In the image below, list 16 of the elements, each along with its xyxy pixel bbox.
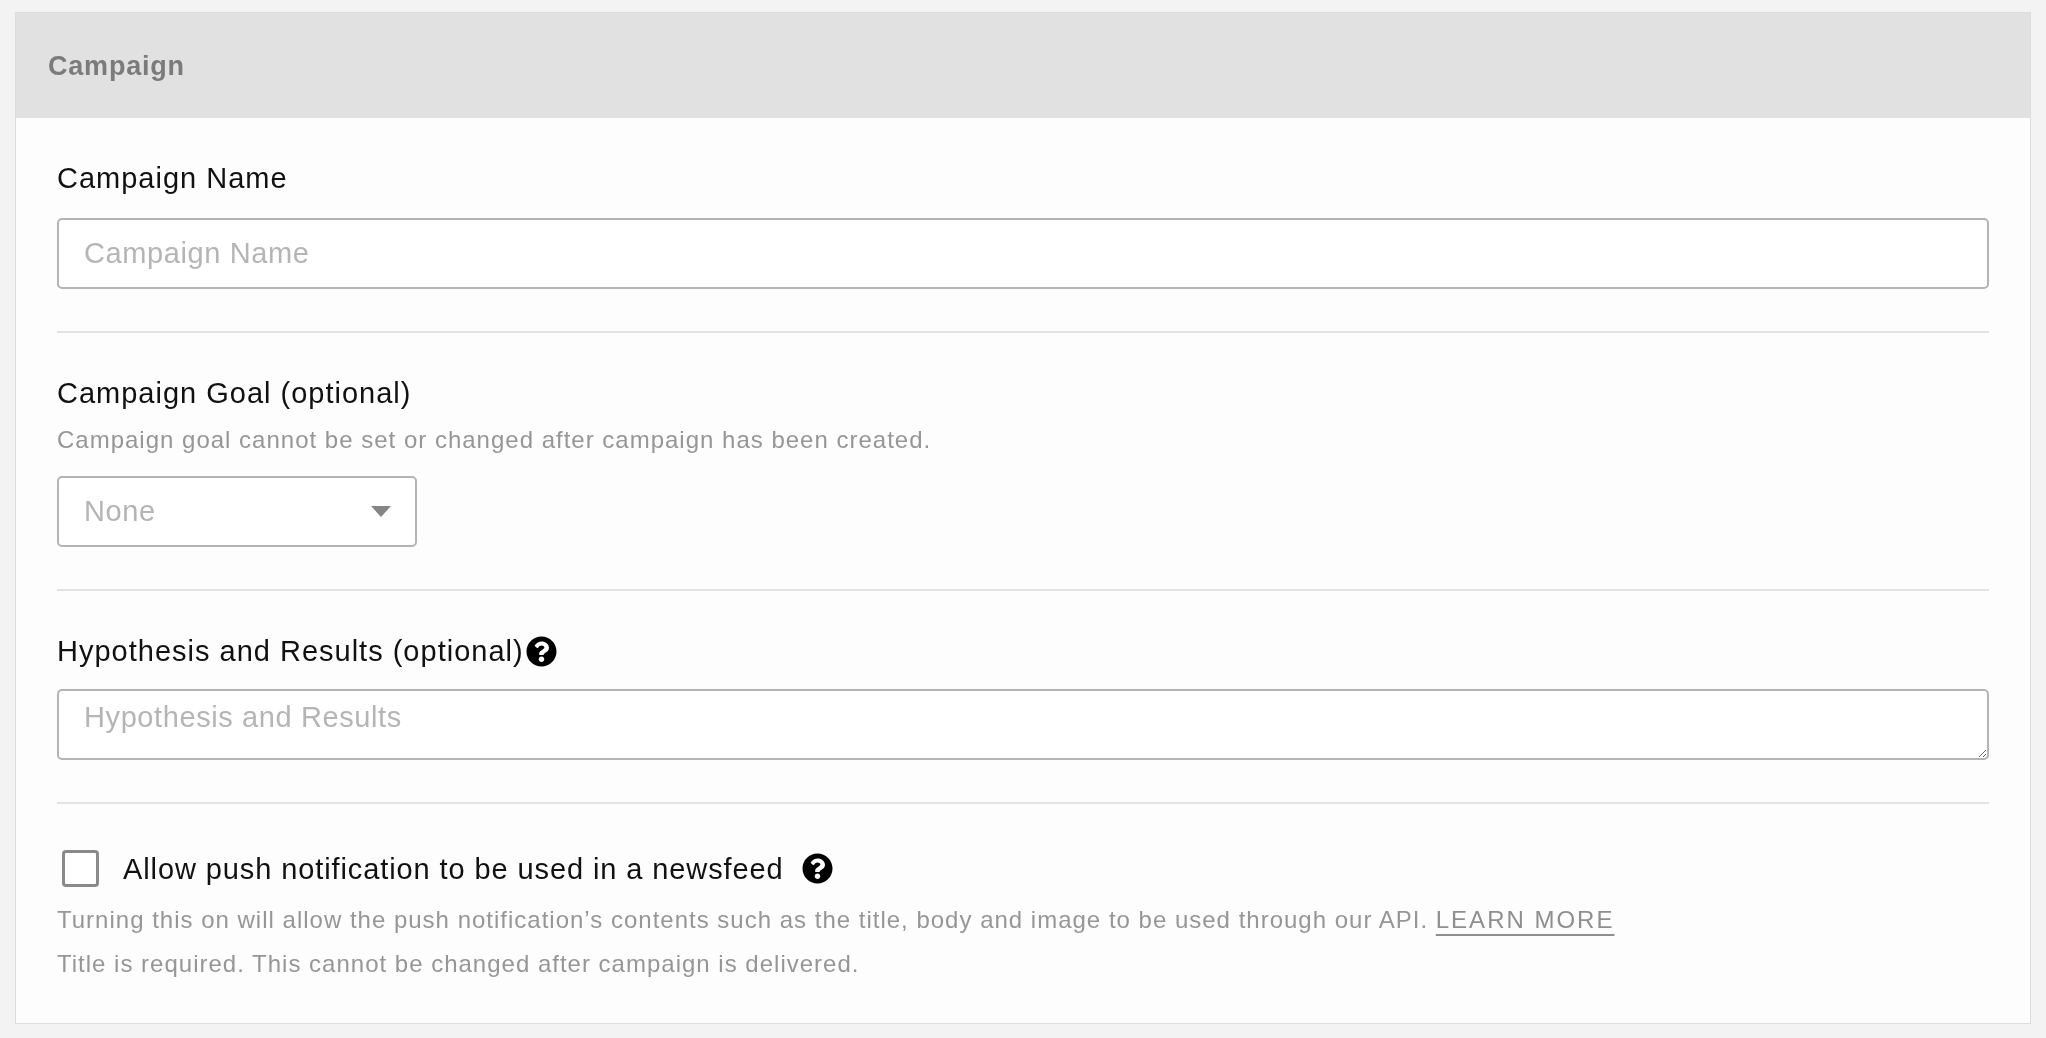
learn-more-link[interactable]: LEARN MORE bbox=[1435, 906, 1615, 933]
newsfeed-checkbox[interactable] bbox=[62, 850, 99, 887]
help-text: Turning this on will allow the push notification’s contents such as the title, body and image to be used through our API. bbox=[57, 906, 1429, 933]
goal-select[interactable]: None bbox=[57, 476, 417, 547]
hypothesis-textarea[interactable]: Hypothesis and Results bbox=[57, 689, 1989, 760]
caret-icon bbox=[371, 506, 391, 517]
checkbox-label: Allow push notification to be used in a newsfeed bbox=[123, 851, 784, 887]
help-text: Campaign goal cannot be set or changed after campaign has been created. bbox=[57, 426, 932, 453]
campaign-name-input[interactable]: Campaign Name bbox=[57, 218, 1989, 289]
field-label: Campaign Goal (optional) bbox=[57, 377, 412, 409]
help-icon[interactable] bbox=[525, 635, 557, 667]
help-text: Title is required. This cannot be changed after campaign is delivered. bbox=[57, 950, 860, 977]
help-icon[interactable] bbox=[801, 853, 833, 884]
panel-title: Campaign bbox=[48, 49, 185, 83]
field-label: Campaign Name bbox=[57, 162, 288, 194]
field-label: Hypothesis and Results (optional) bbox=[57, 634, 524, 669]
